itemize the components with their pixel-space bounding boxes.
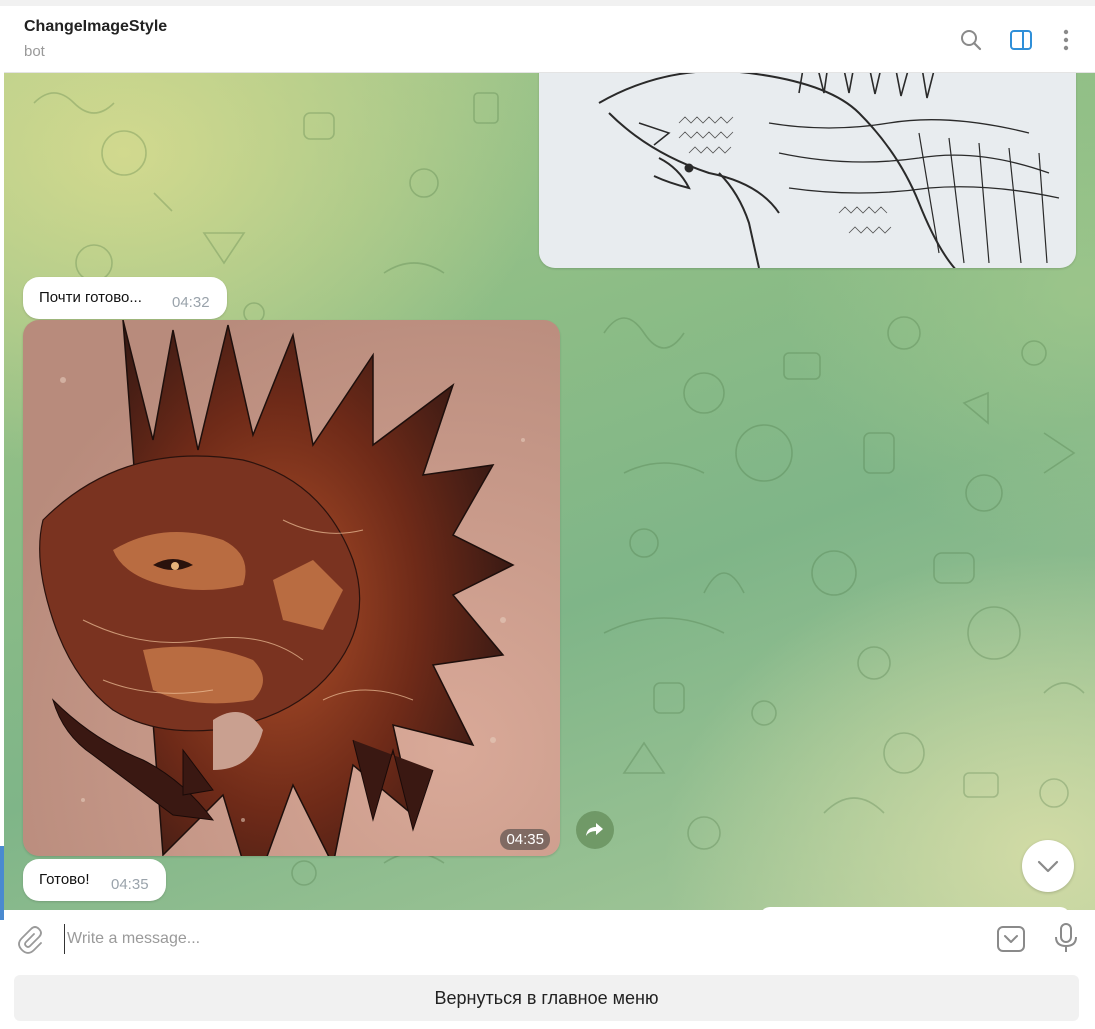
chat-title[interactable]: ChangeImageStyle: [24, 18, 167, 36]
message-text: Готово!: [39, 871, 90, 888]
message-bubble[interactable]: Почти готово... 04:32: [23, 277, 227, 319]
more-vertical-icon[interactable]: [1053, 27, 1079, 53]
message-bubble[interactable]: Готово! 04:35: [23, 859, 166, 901]
message-list[interactable]: Почти готово... 04:32 04:35 Готово! 04:3…: [4, 73, 1095, 910]
photo-time: 04:35: [500, 829, 550, 850]
microphone-icon[interactable]: [1052, 922, 1080, 954]
chevron-down-icon: [1037, 860, 1059, 873]
stylized-dragon-photo[interactable]: 04:35: [23, 320, 560, 856]
forward-button[interactable]: [576, 811, 614, 849]
main-menu-button[interactable]: Вернуться в главное меню: [14, 975, 1079, 1021]
message-text: Почти готово...: [39, 289, 142, 306]
active-chat-indicator: [0, 846, 4, 920]
search-icon[interactable]: [958, 27, 984, 53]
message-time: 04:32: [172, 294, 210, 311]
chat-header: ChangeImageStyle bot: [4, 6, 1095, 73]
message-composer: [4, 910, 1095, 968]
forward-arrow-icon: [586, 823, 603, 836]
sidebar-panel-icon[interactable]: [1008, 27, 1034, 53]
message-input[interactable]: [64, 924, 767, 954]
message-time: 04:35: [111, 876, 149, 893]
chat-subtitle: bot: [24, 43, 45, 60]
sketch-dragon-photo[interactable]: [539, 73, 1076, 268]
scroll-to-bottom-button[interactable]: [1022, 840, 1074, 892]
paperclip-icon[interactable]: [16, 926, 44, 954]
bot-keyboard-icon[interactable]: [996, 924, 1026, 954]
